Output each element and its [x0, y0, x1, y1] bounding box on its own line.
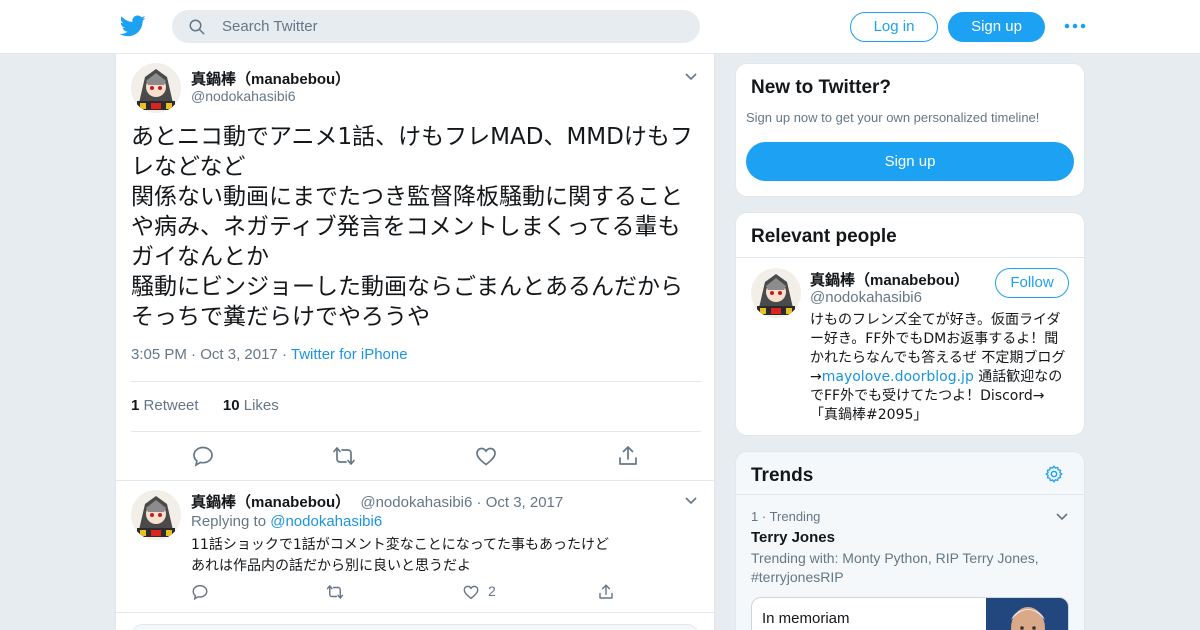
bio-blog-link[interactable]: mayolove.doorblog.jp	[822, 369, 974, 385]
reply-icon[interactable]	[191, 583, 209, 601]
trend-meta: 1 · Trending	[751, 509, 820, 524]
reply-avatar[interactable]	[131, 490, 181, 540]
tweet-stats: 1 Retweet 10 Likes	[131, 397, 279, 414]
retweet-icon[interactable]	[332, 444, 356, 468]
chevron-down-icon[interactable]	[1055, 510, 1069, 524]
retweet-count[interactable]: 1	[131, 397, 139, 414]
search-input[interactable]	[222, 10, 682, 43]
trend-news-thumbnail	[986, 598, 1068, 630]
signup-button[interactable]: Sign up	[948, 12, 1045, 42]
separator-dot: ·	[476, 494, 486, 511]
search-icon	[189, 19, 205, 35]
separator-dot: ·	[191, 346, 201, 363]
replying-to: Replying to @nodokahasibi6	[191, 513, 382, 530]
trend-rank: 1	[751, 509, 759, 524]
tweet-text: あとニコ動でアニメ1話、けもフレMAD、MMDけもフレなどなど 関係ない動画にま…	[131, 124, 693, 330]
author-name[interactable]: 真鍋棒（manabebou）	[191, 68, 350, 89]
retweet-icon[interactable]	[326, 583, 344, 601]
share-icon[interactable]	[616, 444, 640, 468]
more-dots-icon[interactable]	[1064, 18, 1086, 34]
reply-icon[interactable]	[191, 444, 215, 468]
reply-text: 11話ショックで1話がコメント変なことになってた事もあったけど あれは作品内の話…	[191, 537, 610, 574]
divider	[736, 257, 1084, 258]
trend-news-title: In memoriam	[762, 610, 850, 627]
trend-context: Trending	[769, 509, 821, 524]
trends-title: Trends	[751, 465, 814, 486]
like-label[interactable]: Likes	[244, 397, 279, 414]
separator-dot: ·	[281, 346, 291, 363]
divider	[736, 494, 1084, 495]
relevant-person-avatar[interactable]	[751, 268, 801, 318]
chevron-down-icon[interactable]	[684, 494, 698, 508]
new-to-twitter-card: New to Twitter? Sign up now to get your …	[735, 63, 1085, 197]
divider	[131, 431, 701, 432]
top-navigation-bar: Log in Sign up	[0, 0, 1200, 54]
gear-icon[interactable]	[1044, 464, 1064, 484]
sidebar-signup-button[interactable]: Sign up	[746, 142, 1074, 181]
trend-related: Trending with: Monty Python, RIP Terry J…	[751, 550, 1039, 585]
author-handle[interactable]: @nodokahasibi6	[191, 88, 296, 104]
relevant-person-bio: けものフレンズ全てが好き。仮面ライダー好き。FF外でもDMお返事するよ！聞かれた…	[810, 311, 1072, 425]
relevant-person-name[interactable]: 真鍋棒（manabebou）	[810, 269, 969, 290]
new-to-twitter-title: New to Twitter?	[751, 77, 892, 98]
retweet-label[interactable]: Retweet	[144, 397, 199, 414]
search-bar	[172, 10, 700, 43]
replying-to-label: Replying to	[191, 513, 267, 530]
like-count[interactable]: 10	[223, 397, 240, 414]
divider	[116, 612, 714, 613]
trend-name[interactable]: Terry Jones	[751, 529, 835, 546]
chevron-down-icon[interactable]	[684, 70, 698, 84]
login-button[interactable]: Log in	[850, 12, 938, 42]
relevant-person-handle[interactable]: @nodokahasibi6	[810, 289, 922, 306]
share-icon[interactable]	[597, 583, 615, 601]
relevant-people-title: Relevant people	[751, 226, 897, 247]
divider	[116, 480, 714, 481]
twitter-bird-icon[interactable]	[120, 13, 146, 39]
follow-button[interactable]: Follow	[995, 268, 1069, 298]
reply-like-count: 2	[488, 583, 496, 599]
next-reply-box	[131, 624, 699, 630]
replying-to-handle-link[interactable]: @nodokahasibi6	[270, 513, 382, 530]
tweet-meta: 3:05 PM · Oct 3, 2017 · Twitter for iPho…	[131, 346, 408, 363]
trends-card: Trends 1 · Trending Terry Jones Trending…	[735, 451, 1085, 630]
separator-dot: ·	[761, 509, 770, 524]
reply-header: 真鍋棒（manabebou） @nodokahasibi6 · Oct 3, 2…	[191, 491, 563, 512]
new-to-twitter-subtitle: Sign up now to get your own personalized…	[746, 110, 1040, 125]
like-heart-icon[interactable]	[462, 583, 480, 601]
tweet-date[interactable]: Oct 3, 2017	[200, 346, 278, 363]
reply-author-handle[interactable]: @nodokahasibi6	[360, 494, 472, 511]
reply-author-name[interactable]: 真鍋棒（manabebou）	[191, 494, 350, 511]
like-heart-icon[interactable]	[474, 444, 498, 468]
avatar[interactable]	[131, 63, 181, 113]
relevant-people-card: Relevant people 真鍋棒（manabebou） @nodokaha…	[735, 212, 1085, 436]
tweet-time[interactable]: 3:05 PM	[131, 346, 187, 363]
reply-date[interactable]: Oct 3, 2017	[486, 494, 564, 511]
divider	[131, 381, 701, 382]
tweet-source-link[interactable]: Twitter for iPhone	[291, 346, 408, 363]
trend-news-card[interactable]: In memoriam	[751, 597, 1069, 630]
tweet-column: 真鍋棒（manabebou） @nodokahasibi6 あとニコ動でアニメ1…	[115, 54, 715, 630]
